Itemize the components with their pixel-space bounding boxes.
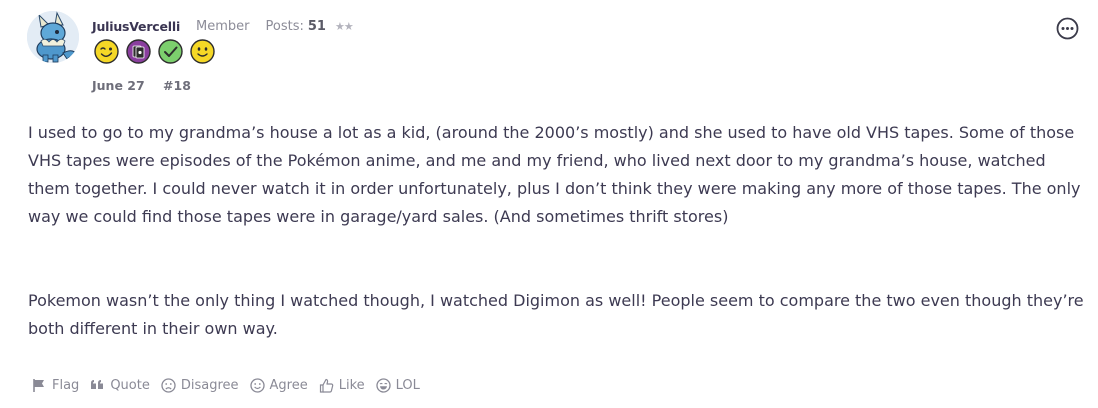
smiling-face-icon[interactable] (190, 39, 215, 64)
agree-label: Agree (269, 377, 308, 393)
username[interactable]: JuliusVercelli (92, 19, 180, 34)
quote-label: Quote (110, 377, 150, 393)
lol-button[interactable]: LOL (375, 377, 420, 393)
flag-button[interactable]: Flag (32, 378, 79, 393)
like-label: Like (338, 377, 365, 393)
post-date-row: June 27 #18 (92, 78, 191, 93)
post-paragraph: Pokemon wasn’t the only thing I watched … (28, 291, 1084, 338)
post-body: I used to go to my grandma’s house a lot… (28, 119, 1088, 343)
flag-label: Flag (52, 377, 80, 393)
forum-post: JuliusVercelli Member Posts: 51 ★★ June … (0, 0, 1098, 408)
post-number[interactable]: #18 (163, 78, 191, 93)
flag-icon (33, 378, 44, 392)
more-options-icon[interactable] (1056, 17, 1079, 40)
cards-icon[interactable] (126, 39, 151, 64)
thumbs-up-icon (319, 378, 333, 393)
check-icon[interactable] (158, 39, 183, 64)
posts-count: 51 (307, 18, 326, 34)
disagree-label: Disagree (180, 377, 239, 393)
agree-button[interactable]: Agree (249, 377, 308, 393)
posts-label: Posts: (265, 18, 304, 34)
user-role: Member (196, 18, 250, 34)
user-badges (94, 39, 215, 64)
disagree-button[interactable]: Disagree (161, 378, 239, 393)
lol-label: LOL (395, 377, 420, 393)
post-meta: JuliusVercelli Member Posts: 51 ★★ (92, 16, 354, 36)
rank-stars: ★★ (334, 19, 354, 33)
quote-button[interactable]: Quote (90, 378, 150, 393)
vaporeon-icon (27, 11, 79, 63)
post-paragraph: I used to go to my grandma’s house a lot… (28, 123, 1081, 226)
avatar[interactable] (27, 11, 79, 63)
smile-icon (249, 377, 265, 393)
post-date[interactable]: June 27 (92, 78, 145, 93)
post-actions: Flag Quote Disagree Agree Like LOL (32, 375, 431, 395)
frown-icon (161, 377, 176, 393)
quote-icon (91, 379, 104, 389)
laughing-face-icon (375, 377, 391, 393)
winking-face-icon[interactable] (94, 39, 119, 64)
like-button[interactable]: Like (319, 378, 365, 393)
